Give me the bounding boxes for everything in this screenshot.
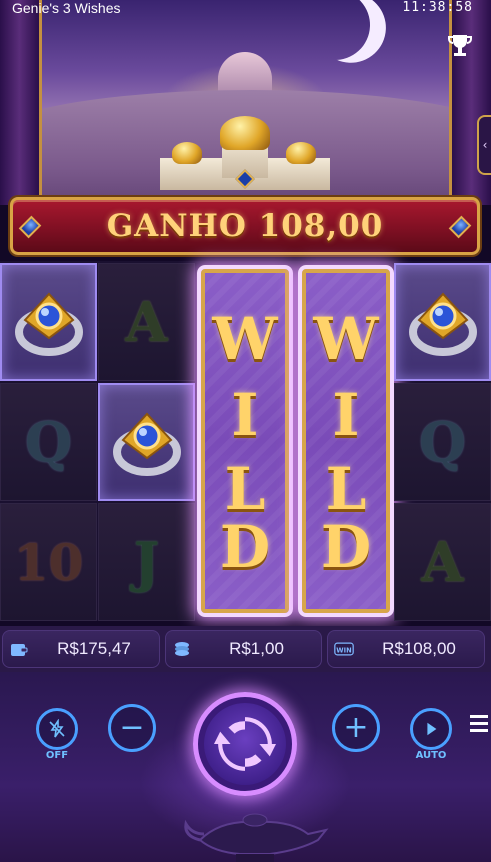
- symbol-j: J: [133, 530, 160, 594]
- turbo-label: OFF: [45, 750, 69, 761]
- bet-display[interactable]: R$1,00: [165, 630, 322, 668]
- autoplay-button[interactable]: AUTO: [410, 708, 452, 761]
- magic-ring-icon: [408, 292, 477, 356]
- hamburger-menu-icon[interactable]: [470, 713, 488, 735]
- bet-decrease-button[interactable]: −: [108, 704, 156, 752]
- banner-gem-right: [448, 215, 472, 239]
- symbol-10: 10: [13, 532, 84, 592]
- bet-increase-button[interactable]: +: [332, 704, 380, 752]
- symbol-a: A: [421, 530, 464, 594]
- wild-reel-4: W I L D: [298, 265, 394, 617]
- magic-ring-icon: [112, 412, 181, 476]
- reel-cell-ring: [394, 263, 491, 381]
- reel-cell-a: A: [394, 503, 491, 621]
- wild-letter-w: W: [313, 305, 379, 373]
- wild-letter-d: D: [219, 513, 271, 581]
- magic-lamp-icon: [184, 813, 329, 862]
- win-banner: GANHO 108,00: [10, 197, 480, 255]
- win-value: R$108,00: [382, 639, 456, 658]
- palace-main-dome: [220, 116, 270, 150]
- wild-letter-w: W: [212, 305, 278, 373]
- reel-cell-q: Q: [0, 383, 97, 501]
- palace-right-dome: [286, 142, 316, 164]
- win-badge-text: WIN: [336, 646, 351, 654]
- wild-letter-i: I: [231, 381, 259, 449]
- stats-bar: R$175,47 R$1,00 WIN R$108,00: [0, 626, 491, 672]
- reel-cell-j: J: [98, 503, 195, 621]
- reel-cell-q: Q: [394, 383, 491, 501]
- curtain-left: [0, 0, 42, 205]
- turbo-toggle-button[interactable]: OFF: [36, 708, 78, 761]
- symbol-q: Q: [24, 410, 73, 474]
- symbol-a: A: [125, 290, 168, 354]
- symbol-q: Q: [418, 410, 467, 474]
- win-amount-text: GANHO 108,00: [106, 208, 384, 244]
- spin-button[interactable]: [193, 692, 297, 796]
- wild-reel-3: W I L D: [197, 265, 293, 617]
- win-icon: WIN: [334, 642, 354, 656]
- play-auto-icon: [427, 722, 437, 736]
- balance-value: R$175,47: [57, 639, 131, 658]
- wild-letter-d: D: [320, 513, 372, 581]
- bet-value: R$1,00: [229, 639, 284, 658]
- auto-label: AUTO: [415, 750, 447, 761]
- minus-icon: −: [119, 710, 145, 745]
- win-display: WIN R$108,00: [327, 630, 485, 668]
- lightning-off-icon: [49, 719, 65, 738]
- trophy-icon[interactable]: [446, 32, 474, 60]
- chevron-left-icon[interactable]: ‹: [477, 115, 491, 175]
- banner-gem-left: [18, 215, 42, 239]
- palace: [150, 116, 340, 190]
- wild-letter-i: I: [332, 381, 360, 449]
- scene-background: Genie's 3 Wishes 11:38:58 ‹: [0, 0, 491, 205]
- moon-icon: [290, 0, 380, 70]
- clock: 11:38:58: [402, 0, 473, 15]
- reel-cell-ring: [98, 383, 195, 501]
- spin-arrows-icon: [214, 717, 276, 771]
- window-title: Genie's 3 Wishes: [12, 0, 121, 16]
- magic-ring-icon: [14, 292, 83, 356]
- wallet-icon: [11, 644, 28, 656]
- reels-grid: Q 10 A J W I L D W I L D Q A: [0, 261, 491, 621]
- reel-cell-ring: [0, 263, 97, 381]
- balance-display[interactable]: R$175,47: [2, 630, 160, 668]
- plus-icon: +: [343, 710, 369, 745]
- reel-cell-a: A: [98, 263, 195, 381]
- coins-icon: [175, 642, 189, 656]
- palace-left-dome: [172, 142, 202, 164]
- reel-cell-10: 10: [0, 503, 97, 621]
